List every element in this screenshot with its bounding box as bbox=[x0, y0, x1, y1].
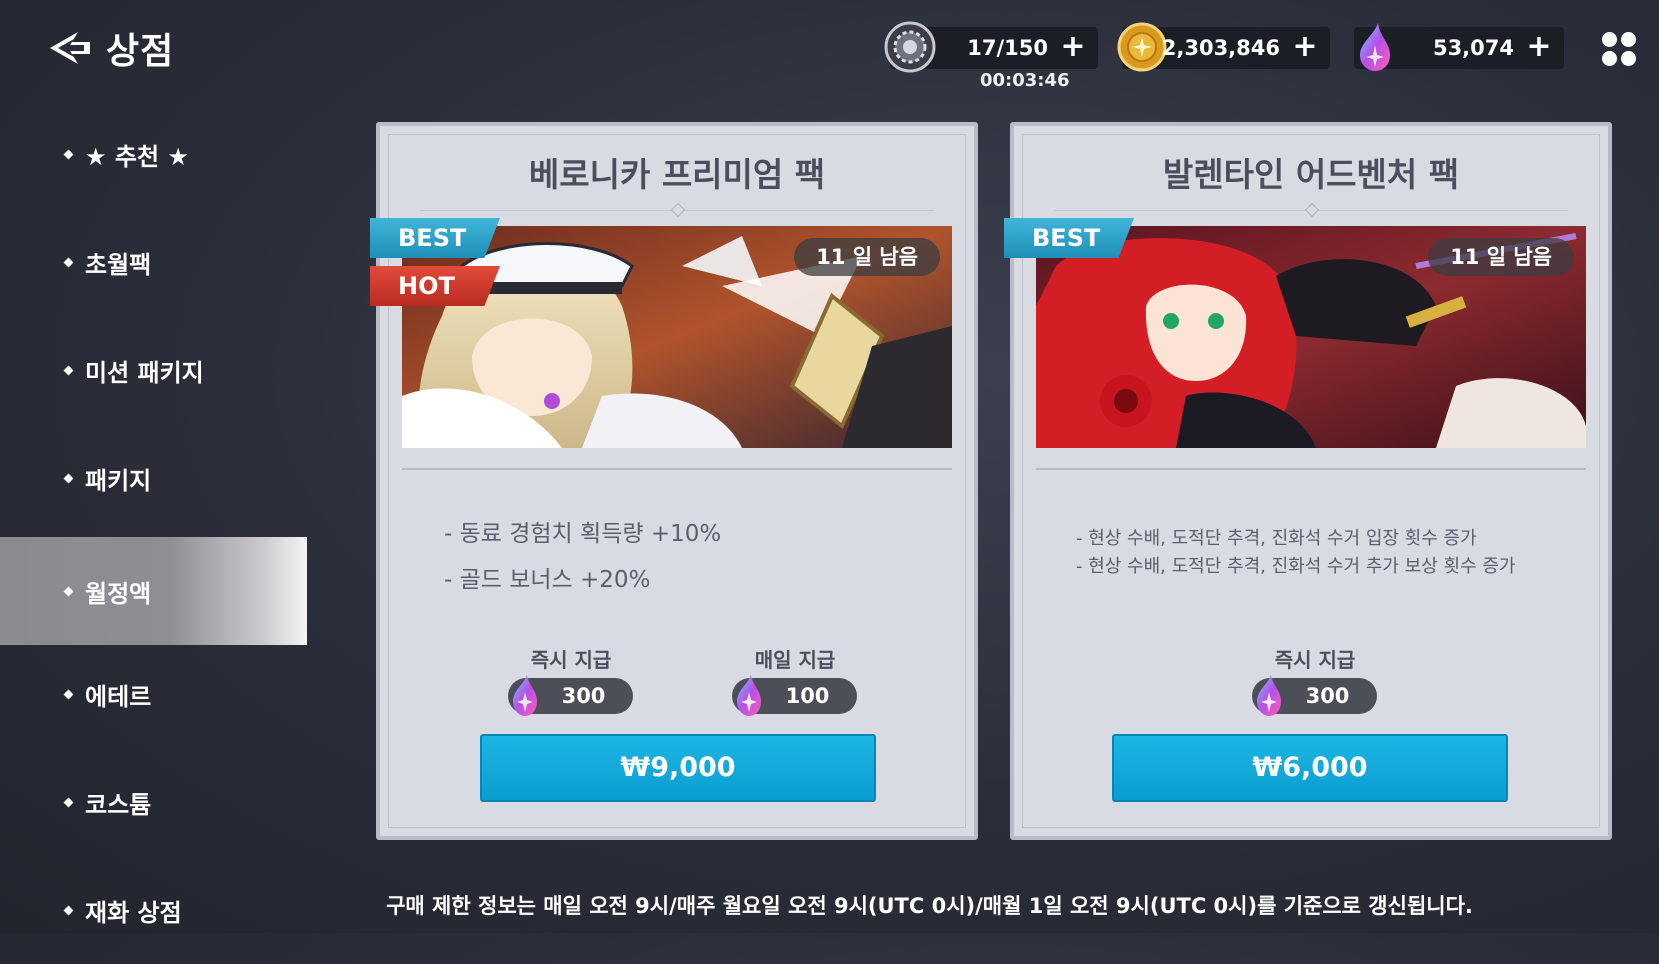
gold-coin-icon bbox=[1117, 22, 1167, 72]
gem-counter[interactable]: 53,074 + bbox=[1354, 23, 1564, 71]
instant-reward-label: 즉시 지급 bbox=[1274, 648, 1356, 672]
sidebar-item-label: 에테르 bbox=[85, 682, 152, 711]
grid-menu-icon[interactable] bbox=[1602, 32, 1636, 66]
reward-amount: 100 bbox=[785, 684, 830, 708]
bullet-icon bbox=[63, 473, 74, 483]
hot-tag: HOT bbox=[370, 266, 500, 306]
divider bbox=[402, 468, 952, 470]
reward-amount: 300 bbox=[561, 684, 606, 708]
sidebar-item-label: 초월팩 bbox=[85, 250, 152, 279]
purchase-limit-notice: 구매 제한 정보는 매일 오전 9시/매주 월요일 오전 9시(UTC 0시)/… bbox=[386, 894, 1473, 918]
days-left-badge: 11 일 남음 bbox=[794, 238, 940, 276]
sidebar-item-label: 코스튬 bbox=[85, 790, 152, 819]
best-tag: BEST bbox=[370, 218, 500, 258]
back-arrow-icon bbox=[50, 32, 90, 64]
reward-amount: 300 bbox=[1305, 684, 1350, 708]
gold-plus-button[interactable]: + bbox=[1290, 27, 1320, 67]
gem-plus-button[interactable]: + bbox=[1524, 27, 1554, 67]
benefit-text: - 동료 경험치 획득량 +10% bbox=[444, 521, 722, 547]
divider bbox=[1036, 468, 1586, 470]
stamina-counter[interactable]: 17/150 + bbox=[884, 21, 1098, 73]
bullet-icon bbox=[63, 689, 74, 699]
sidebar-item-recommended[interactable]: ★ 추천 ★ bbox=[0, 100, 307, 208]
gold-counter[interactable]: 2,303,846 + bbox=[1117, 22, 1330, 72]
bullet-icon bbox=[63, 586, 74, 596]
crystal-gem-icon bbox=[1257, 675, 1281, 716]
benefit-text: - 현상 수배, 도적단 추격, 진화석 수거 추가 보상 횟수 증가 bbox=[1076, 556, 1516, 577]
gold-value: 2,303,846 bbox=[1161, 36, 1280, 60]
best-tag: BEST bbox=[1004, 218, 1134, 258]
product-banner[interactable]: 11 일 남음 bbox=[1036, 226, 1586, 448]
product-card-veronica: 베로니카 프리미엄 팩 11 일 남음 BEST HOT - 동료 경험치 획득… bbox=[370, 122, 978, 840]
page-title: 상점 bbox=[106, 31, 175, 72]
back-button[interactable]: 상점 bbox=[48, 22, 174, 74]
sidebar-item-label: 미션 패키지 bbox=[85, 358, 204, 387]
sidebar-item-monthly[interactable]: 월정액 bbox=[0, 537, 307, 645]
bullet-icon bbox=[63, 365, 74, 375]
crystal-gem-icon bbox=[737, 675, 761, 716]
gem-value: 53,074 bbox=[1432, 36, 1514, 60]
buy-button[interactable]: ₩6,000 bbox=[1112, 734, 1508, 802]
sidebar-item-costume[interactable]: 코스튬 bbox=[0, 748, 307, 856]
stamina-plus-button[interactable]: + bbox=[1058, 27, 1088, 67]
instant-reward-label: 즉시 지급 bbox=[530, 648, 612, 672]
daily-reward-label: 매일 지급 bbox=[754, 648, 836, 672]
benefit-text: - 골드 보너스 +20% bbox=[444, 567, 651, 593]
stamina-value: 17/150 bbox=[967, 36, 1048, 60]
bullet-icon bbox=[63, 149, 74, 159]
sidebar-item-label: 패키지 bbox=[85, 466, 152, 495]
crystal-gem-icon bbox=[513, 675, 537, 716]
daily-reward: 100 bbox=[732, 675, 857, 716]
stamina-timer: 00:03:46 bbox=[980, 70, 1070, 91]
sidebar-item-ether[interactable]: 에테르 bbox=[0, 640, 307, 748]
sidebar-item-mission-package[interactable]: 미션 패키지 bbox=[0, 316, 307, 424]
card-title: 베로니카 프리미엄 팩 bbox=[528, 155, 826, 194]
instant-reward: 300 bbox=[508, 675, 633, 716]
instant-reward: 300 bbox=[1252, 675, 1377, 716]
bullet-icon bbox=[63, 257, 74, 267]
benefit-text: - 현상 수배, 도적단 추격, 진화석 수거 입장 횟수 증가 bbox=[1076, 528, 1477, 549]
product-card-valentine: 발렌타인 어드벤처 팩 11 일 남음 BEST - 현상 수배, 도적단 추격… bbox=[1004, 122, 1612, 840]
sidebar-item-transcend-pack[interactable]: 초월팩 bbox=[0, 208, 307, 316]
product-banner[interactable]: 11 일 남음 bbox=[402, 226, 952, 448]
bullet-icon bbox=[63, 797, 74, 807]
sidebar-item-label: ★ 추천 ★ bbox=[85, 142, 189, 171]
days-left-badge: 11 일 남음 bbox=[1428, 238, 1574, 276]
card-title: 발렌타인 어드벤처 팩 bbox=[1162, 155, 1460, 194]
crystal-gem-icon bbox=[1360, 23, 1390, 71]
sidebar-item-package[interactable]: 패키지 bbox=[0, 424, 307, 532]
stamina-gear-icon bbox=[884, 21, 936, 73]
sidebar-item-label: 월정액 bbox=[85, 579, 152, 608]
buy-button[interactable]: ₩9,000 bbox=[480, 734, 876, 802]
